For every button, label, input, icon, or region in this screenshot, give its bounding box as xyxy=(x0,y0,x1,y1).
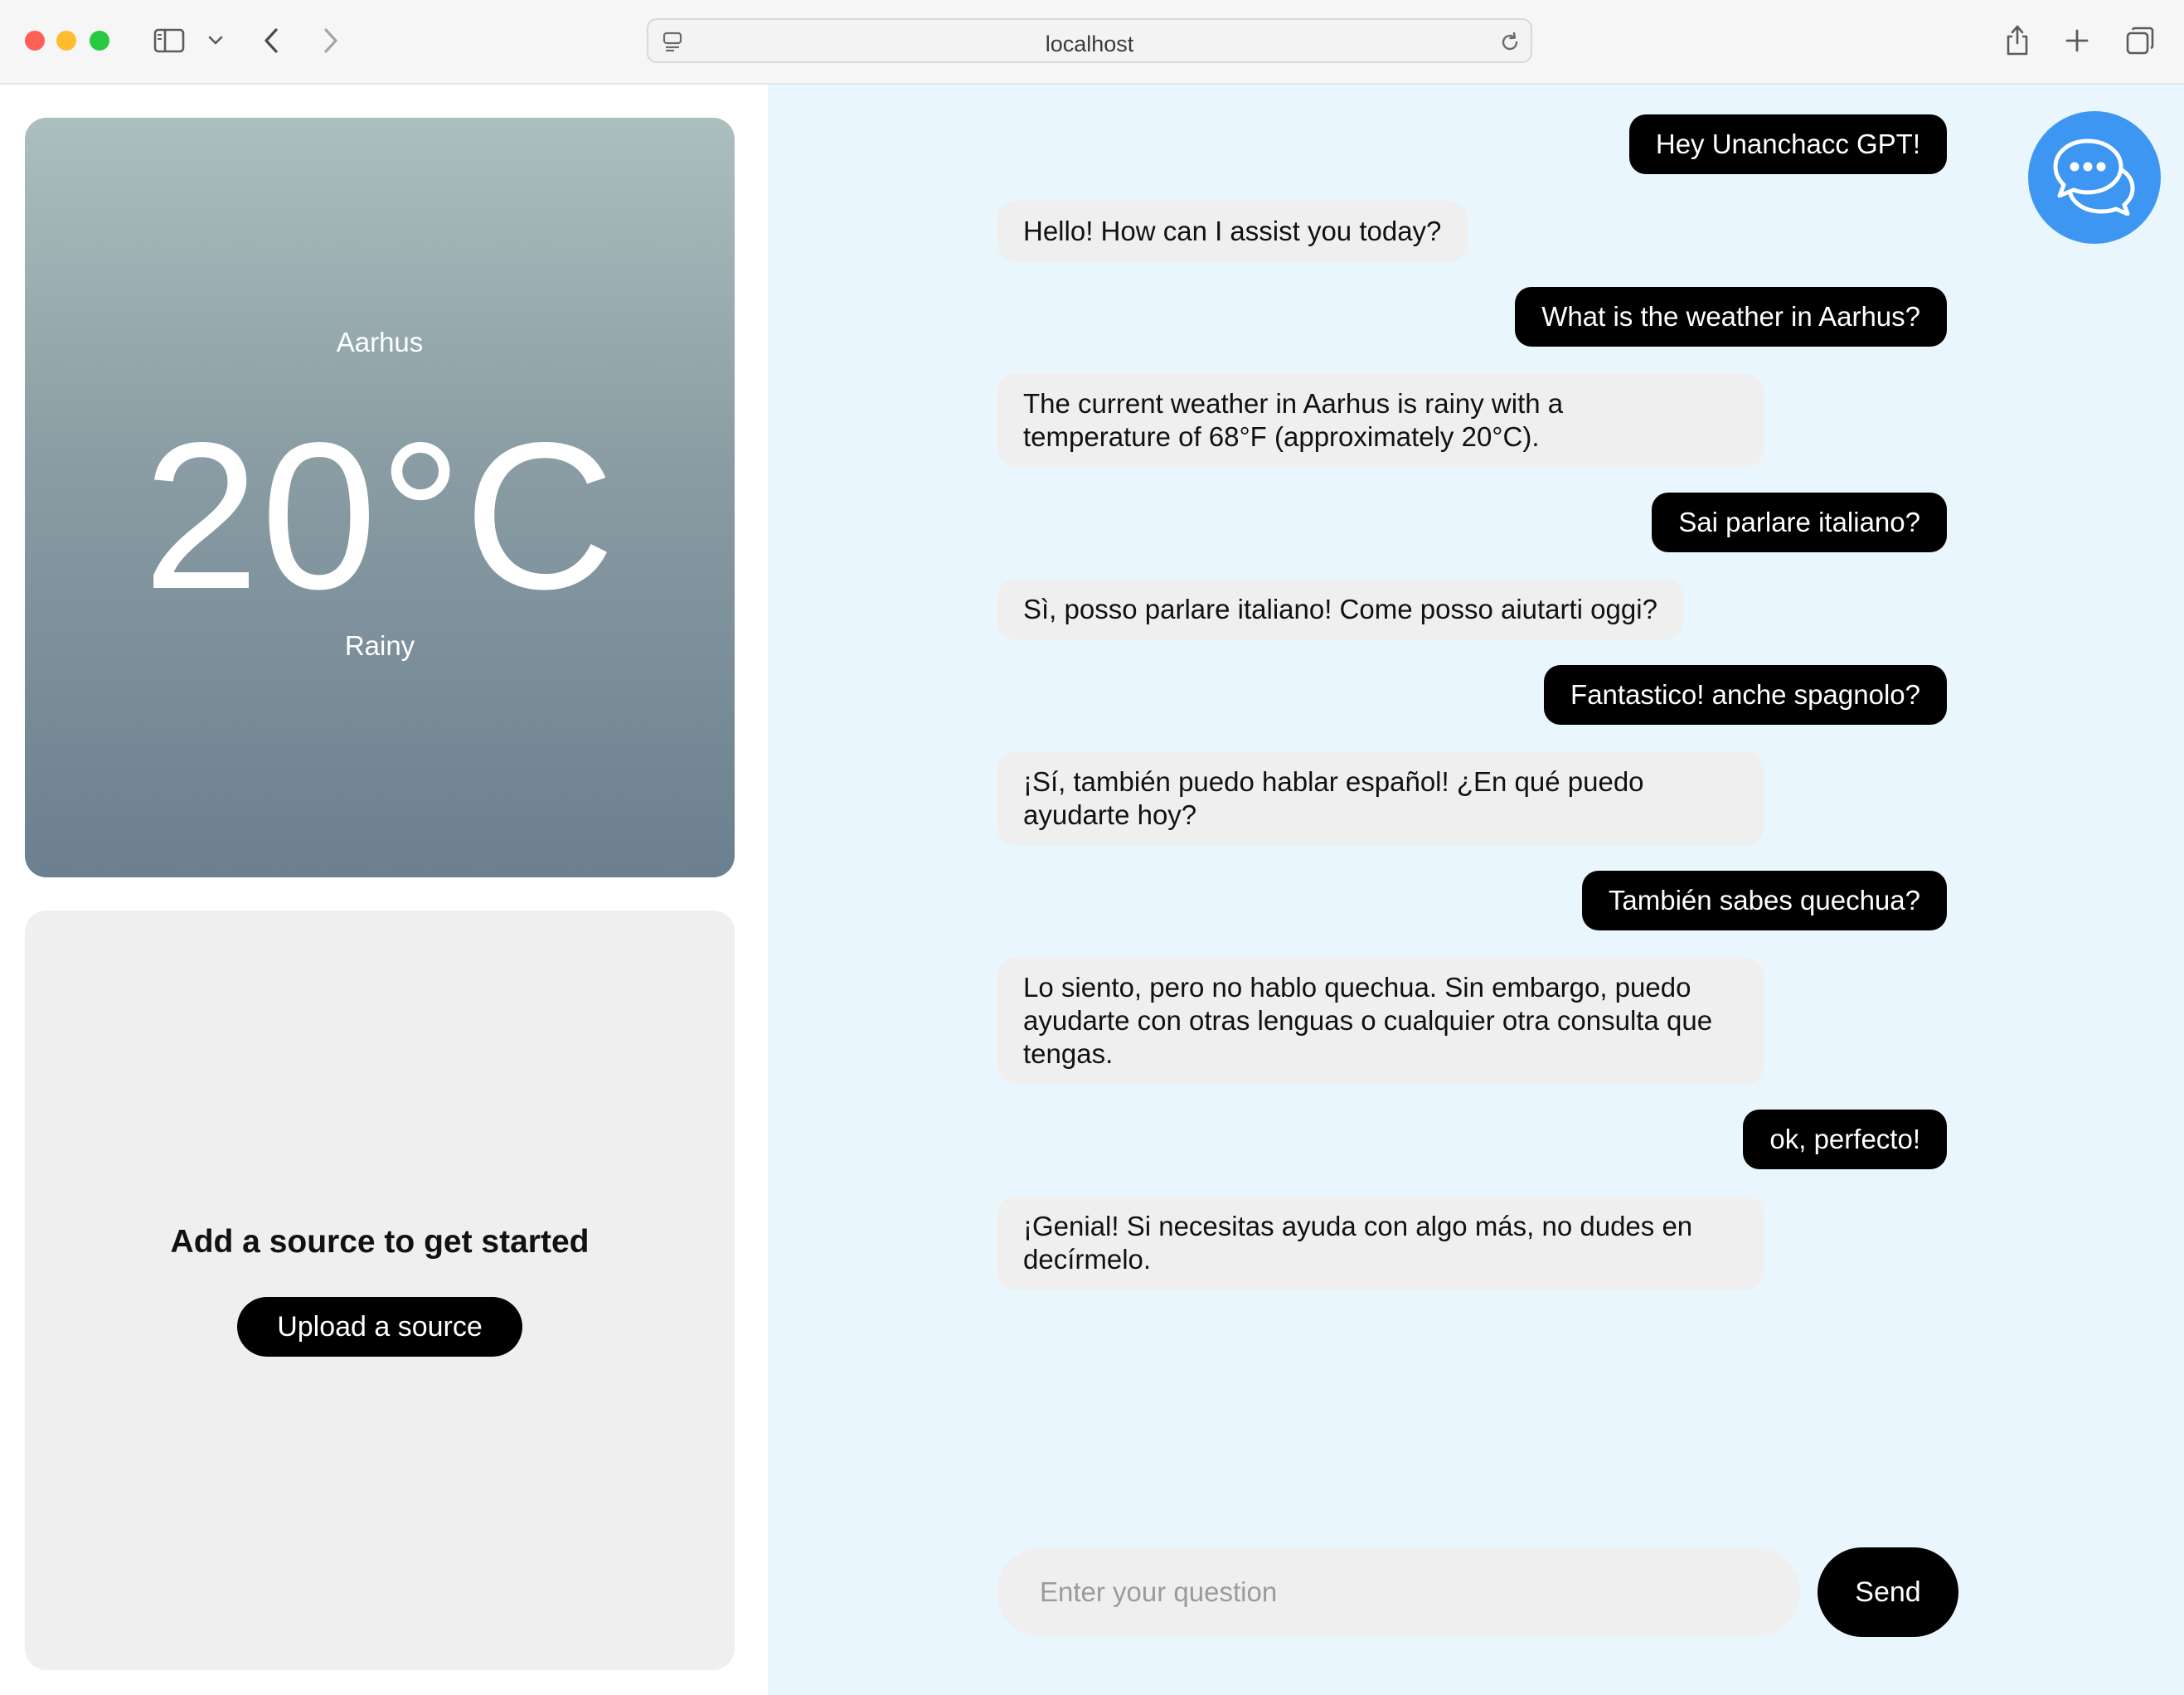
chat-bubbles-icon xyxy=(2051,136,2138,220)
assistant-message: Lo siento, pero no hablo quechua. Sin em… xyxy=(997,957,1764,1085)
weather-card: Aarhus 20°C Rainy xyxy=(25,118,735,877)
source-empty-title: Add a source to get started xyxy=(170,1224,590,1260)
chevron-down-icon[interactable] xyxy=(206,33,226,48)
address-bar[interactable]: localhost xyxy=(647,18,1532,63)
browser-toolbar: localhost xyxy=(0,0,2184,85)
assistant-message: ¡Genial! Si necesitas ayuda con algo más… xyxy=(997,1196,1764,1290)
zoom-window-button[interactable] xyxy=(90,31,109,51)
url-text: localhost xyxy=(1045,32,1134,56)
chevron-right-icon[interactable] xyxy=(320,25,342,56)
sidebar-icon[interactable] xyxy=(153,27,186,55)
weather-city: Aarhus xyxy=(336,327,424,357)
assistant-message: Sì, posso parlare italiano! Come posso a… xyxy=(997,579,1684,640)
user-message: También sabes quechua? xyxy=(1581,871,1947,930)
share-icon[interactable] xyxy=(2003,22,2031,58)
close-window-button[interactable] xyxy=(25,31,45,51)
question-input[interactable] xyxy=(997,1547,1801,1637)
chat-panel: Hey Unanchacc GPT! Hello! How can I assi… xyxy=(768,85,2184,1695)
assistant-message: ¡Sí, también puedo hablar español! ¿En q… xyxy=(997,751,1764,846)
weather-condition: Rainy xyxy=(344,630,415,661)
chat-toggle-button[interactable] xyxy=(2028,111,2161,244)
user-message: Sai parlare italiano? xyxy=(1652,493,1947,552)
user-message: ok, perfecto! xyxy=(1743,1110,1947,1169)
user-message: Fantastico! anche spagnolo? xyxy=(1544,665,1947,725)
minimize-window-button[interactable] xyxy=(56,31,76,51)
user-message: What is the weather in Aarhus? xyxy=(1515,287,1947,347)
upload-source-button[interactable]: Upload a source xyxy=(237,1297,522,1357)
weather-temperature: 20°C xyxy=(143,400,617,633)
left-panel: Aarhus 20°C Rainy Add a source to get st… xyxy=(0,85,768,1695)
assistant-message: The current weather in Aarhus is rainy w… xyxy=(997,373,1764,468)
assistant-message: Hello! How can I assist you today? xyxy=(997,201,1468,262)
plus-icon[interactable] xyxy=(2063,27,2091,55)
chevron-left-icon[interactable] xyxy=(260,25,282,56)
reload-icon[interactable] xyxy=(1497,30,1522,55)
source-card: Add a source to get started Upload a sou… xyxy=(25,911,735,1670)
send-button[interactable]: Send xyxy=(1818,1547,1958,1637)
tabs-icon[interactable] xyxy=(2124,25,2156,56)
user-message: Hey Unanchacc GPT! xyxy=(1628,114,1947,174)
